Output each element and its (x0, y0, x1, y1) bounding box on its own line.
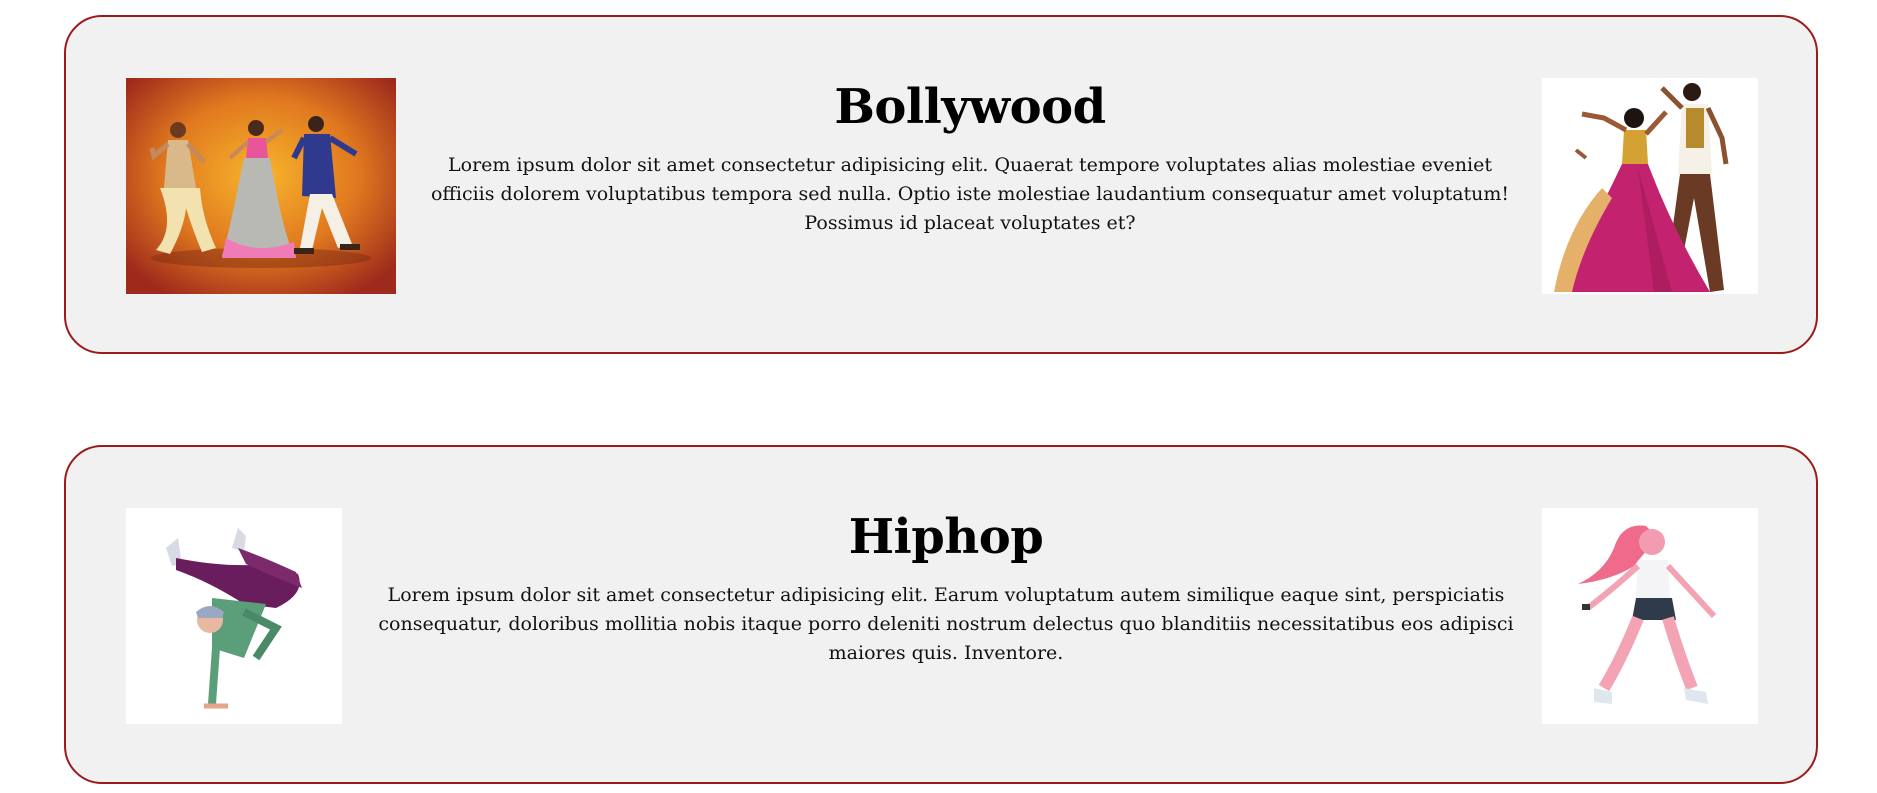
page: Bollywood Lorem ipsum dolor sit amet con… (0, 0, 1877, 793)
card-description: Lorem ipsum dolor sit amet consectetur a… (430, 154, 1510, 234)
card-title: Hiphop (848, 509, 1044, 565)
hiphop-dancer-image (1542, 508, 1758, 724)
card-title: Bollywood (834, 79, 1106, 135)
hiphop-breakdancer-image (126, 508, 342, 724)
dance-card-hiphop: Hiphop Lorem ipsum dolor sit amet consec… (64, 445, 1818, 784)
card-description: Lorem ipsum dolor sit amet consectetur a… (378, 584, 1514, 664)
hiphop-text-block: Hiphop Lorem ipsum dolor sit amet consec… (366, 507, 1526, 668)
bollywood-couple-image (1542, 78, 1758, 294)
bollywood-text-block: Bollywood Lorem ipsum dolor sit amet con… (420, 77, 1520, 238)
dance-card-bollywood: Bollywood Lorem ipsum dolor sit amet con… (64, 15, 1818, 354)
bollywood-group-image (126, 78, 396, 294)
